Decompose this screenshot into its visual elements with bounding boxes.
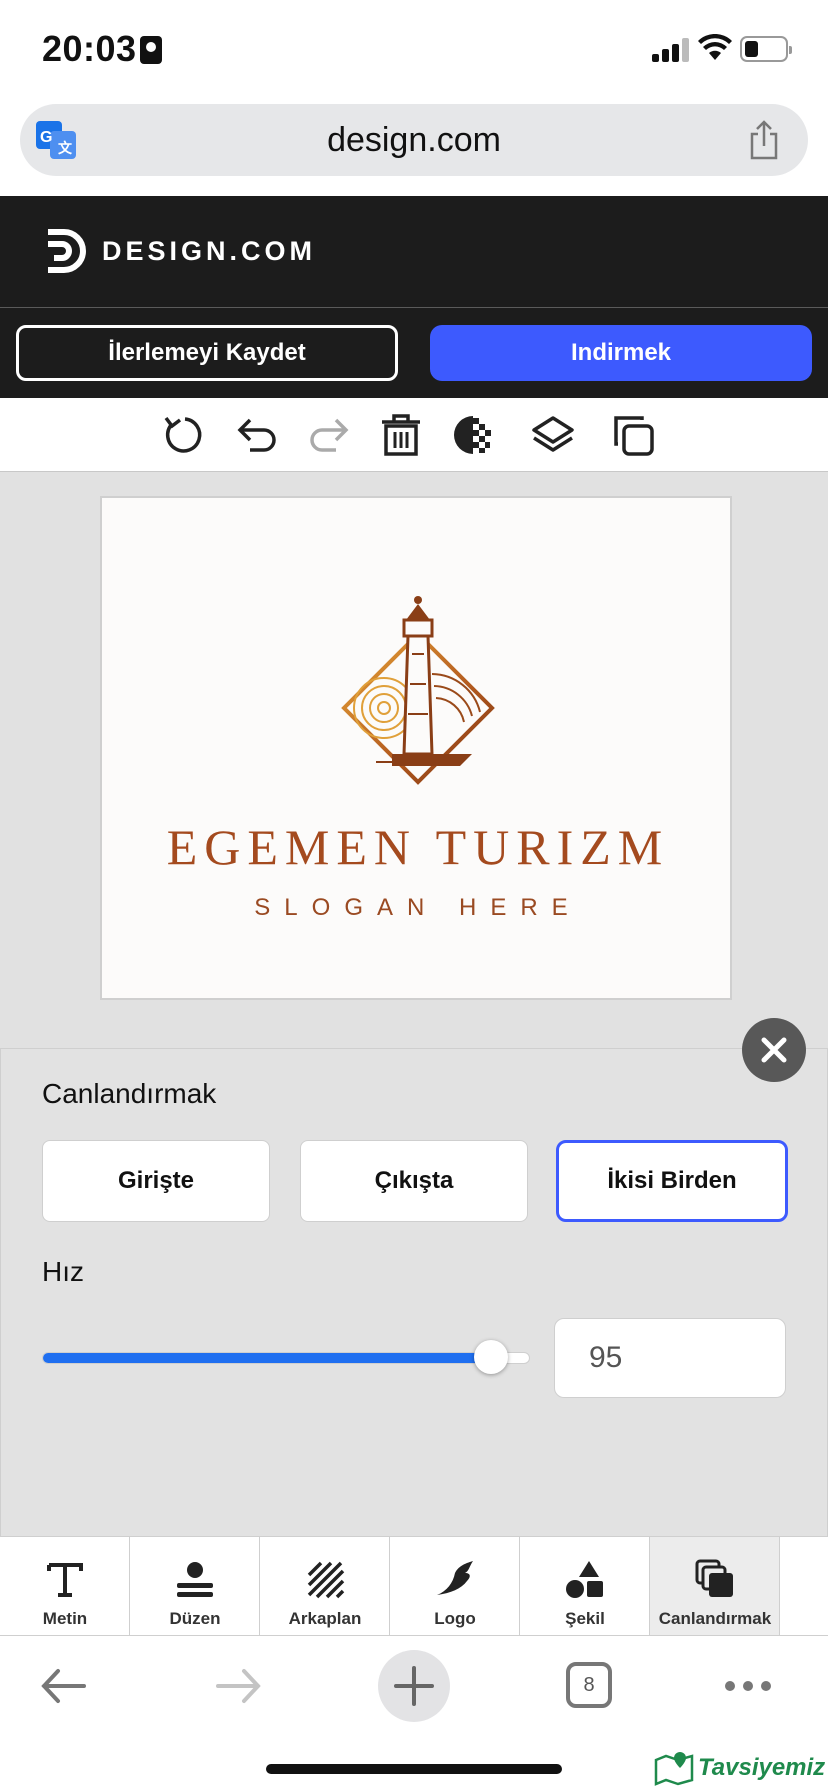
speed-label: Hız: [42, 1256, 84, 1287]
home-indicator: [266, 1764, 562, 1774]
share-icon[interactable]: [746, 120, 782, 160]
watermark-text: Tavsiyemiz: [698, 1754, 826, 1781]
background-icon: [307, 1561, 345, 1599]
animate-icon: [695, 1559, 733, 1597]
translate-icon[interactable]: G 文: [36, 121, 76, 159]
logo-company-name[interactable]: EGEMEN TURIZM: [102, 818, 734, 876]
logo-icon: [437, 1561, 473, 1595]
map-pin-icon: [654, 1752, 694, 1786]
cellular-signal-icon: [652, 38, 690, 62]
text-icon: [47, 1563, 83, 1597]
tool-tab-label: Arkaplan: [288, 1609, 362, 1628]
save-progress-button[interactable]: İlerlemeyi Kaydet: [16, 325, 398, 381]
option-on-enter-button[interactable]: Girişte: [42, 1140, 270, 1222]
close-panel-button[interactable]: [742, 1018, 806, 1082]
animation-panel: [0, 1048, 828, 1536]
tool-tab-logo[interactable]: Logo: [390, 1537, 520, 1635]
watermark: Tavsiyemiz: [654, 1746, 825, 1786]
svg-text:G: G: [40, 129, 52, 146]
tool-tab-label: Canlandırmak: [658, 1609, 772, 1628]
speed-slider-track[interactable]: [42, 1352, 530, 1364]
tabs-count-button[interactable]: 8: [566, 1662, 612, 1708]
contact-card-icon: [140, 36, 162, 64]
undo-icon[interactable]: [234, 412, 280, 458]
address-bar[interactable]: design.com G 文: [20, 104, 808, 176]
url-text[interactable]: design.com: [20, 104, 808, 176]
tool-tab-label: Düzen: [169, 1609, 221, 1628]
tool-tab-shapes[interactable]: Şekil: [520, 1537, 650, 1635]
tool-tab-text[interactable]: Metin: [0, 1537, 130, 1635]
action-bar: İlerlemeyi Kaydet Indirmek: [0, 308, 828, 398]
back-arrow-icon[interactable]: [36, 1658, 92, 1714]
speed-slider-fill: [43, 1353, 491, 1363]
redo-icon[interactable]: [306, 412, 352, 458]
layout-icon: [177, 1562, 213, 1597]
duplicate-icon[interactable]: [610, 412, 656, 458]
more-options-icon[interactable]: [720, 1658, 776, 1714]
brand-logo-icon[interactable]: [44, 228, 88, 274]
new-tab-button[interactable]: [378, 1650, 450, 1722]
reset-icon[interactable]: [162, 412, 208, 458]
close-icon: [761, 1037, 787, 1063]
tool-tab-label: Şekil: [565, 1609, 605, 1628]
brand-name[interactable]: DESIGN.COM: [102, 234, 316, 268]
speed-input[interactable]: [554, 1318, 786, 1398]
design-canvas[interactable]: EGEMEN TURIZM SLOGAN HERE: [100, 496, 732, 1000]
battery-icon: [740, 36, 792, 62]
lighthouse-logo-graphic[interactable]: [332, 594, 504, 788]
option-on-exit-button[interactable]: Çıkışta: [300, 1140, 528, 1222]
status-bar: 20:03: [0, 0, 828, 100]
tool-tab-layout[interactable]: Düzen: [130, 1537, 260, 1635]
transparency-icon[interactable]: [450, 412, 496, 458]
app-header: DESIGN.COM: [0, 196, 828, 308]
browser-navigation-bar: 8: [0, 1636, 828, 1736]
logo-slogan[interactable]: SLOGAN HERE: [102, 894, 734, 922]
plus-icon: [394, 1666, 434, 1706]
speed-slider-thumb[interactable]: [473, 1340, 508, 1374]
download-button[interactable]: Indirmek: [430, 325, 812, 381]
wifi-icon: [698, 34, 732, 60]
delete-icon[interactable]: [378, 412, 424, 458]
canvas-area: EGEMEN TURIZM SLOGAN HERE: [0, 472, 828, 1048]
status-time: 20:03: [42, 28, 137, 69]
tool-tab-label: Metin: [42, 1609, 88, 1628]
tool-tab-label: Logo: [434, 1609, 476, 1628]
editor-toolbar: [0, 398, 828, 472]
tool-tab-background[interactable]: Arkaplan: [260, 1537, 390, 1635]
forward-arrow-icon[interactable]: [210, 1658, 266, 1714]
shapes-icon: [566, 1561, 603, 1598]
tool-tab-animate[interactable]: Canlandırmak: [650, 1537, 780, 1635]
svg-text:文: 文: [58, 140, 73, 156]
option-both-button[interactable]: İkisi Birden: [556, 1140, 788, 1222]
bottom-tool-tabs: Metin Düzen Arkaplan Logo Şekil Canlandı…: [0, 1536, 828, 1636]
panel-title: Canlandırmak: [42, 1078, 217, 1109]
layers-icon[interactable]: [530, 412, 576, 458]
